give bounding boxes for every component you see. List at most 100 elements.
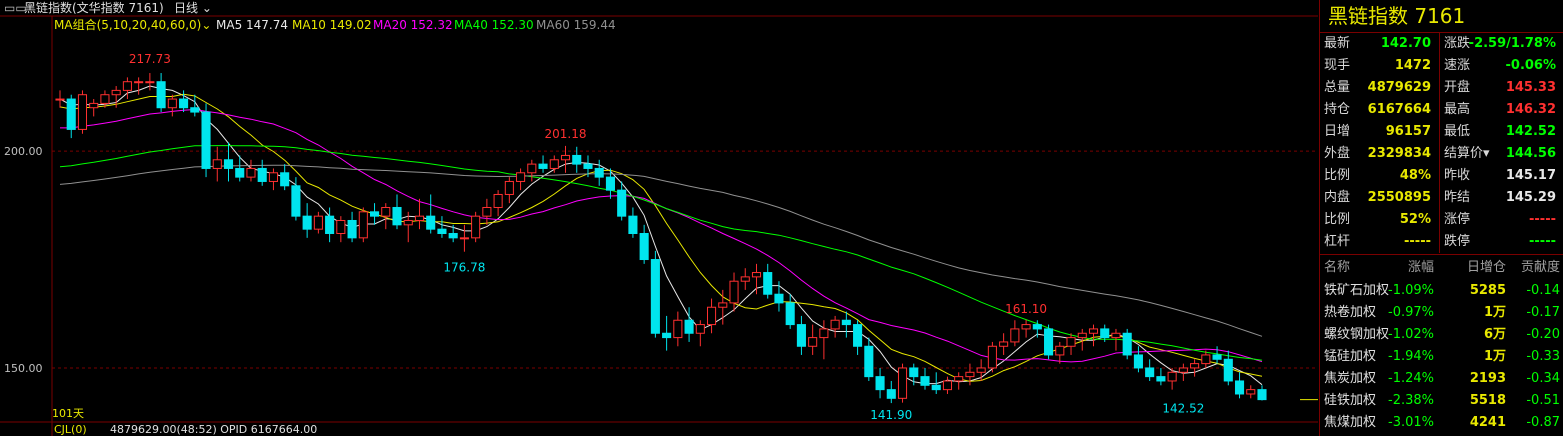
- candle: [313, 215, 323, 230]
- candle: [841, 319, 851, 326]
- candle: [673, 319, 683, 339]
- component-row[interactable]: 焦炭加权 -1.24% 2193 -0.34: [1320, 368, 1563, 390]
- component-contrib: -0.51: [1526, 393, 1560, 408]
- chart-header: ▭▭ 黑链指数(文华指数 7161) 日线 ⌄: [0, 0, 1318, 16]
- candle: [1234, 380, 1245, 395]
- volume-info-bar: CJL(0) 4879629.00(48:52) OPID 6167664.00: [0, 423, 1318, 436]
- component-row[interactable]: 锰硅加权 -1.94% 1万 -0.33: [1320, 346, 1563, 368]
- candle: [695, 324, 705, 334]
- candle: [1223, 358, 1233, 382]
- candle: [1190, 363, 1200, 369]
- candle: [1201, 354, 1211, 365]
- component-name: 铁矿石加权: [1324, 283, 1390, 298]
- candle: [134, 81, 144, 84]
- quote-label[interactable]: 结算价▾: [1444, 143, 1490, 165]
- component-name: 锰硅加权: [1324, 349, 1377, 364]
- candle: [1145, 367, 1155, 378]
- component-chg: -0.97%: [1388, 305, 1434, 320]
- quote-label: 比例: [1324, 212, 1351, 227]
- quote-value: -2.59/1.78%: [1468, 36, 1556, 51]
- component-row[interactable]: 硅铁加权 -2.38% 5518 -0.51: [1320, 390, 1563, 412]
- low-annotation: 176.78: [443, 261, 485, 275]
- ma10-label: MA10 149.02: [292, 18, 372, 32]
- candle: [482, 206, 492, 217]
- candle: [605, 176, 615, 191]
- quote-value: 48%: [1399, 168, 1431, 183]
- quote-value: 144.56: [1505, 146, 1556, 161]
- component-row[interactable]: 铁矿石加权 -1.09% 5285 -0.14: [1320, 280, 1563, 302]
- quote-label: 涨停: [1444, 212, 1471, 227]
- ma20-label: MA20 152.32: [373, 18, 453, 32]
- candle: [1246, 389, 1256, 395]
- quote-label: 总量: [1324, 80, 1351, 95]
- candle: [1088, 328, 1099, 334]
- component-oi: 5518: [1469, 393, 1506, 408]
- candle: [572, 154, 582, 165]
- candle: [987, 345, 997, 369]
- candle: [1133, 354, 1143, 369]
- candle: [77, 94, 88, 130]
- quote-value: 52%: [1399, 212, 1431, 227]
- period-label: 日线: [174, 1, 199, 15]
- candle: [886, 389, 896, 399]
- candle: [1066, 337, 1076, 347]
- component-chg: -1.02%: [1388, 327, 1434, 342]
- quote-panel: 黑链指数 7161 最新 142.70 涨跌 -2.59/1.78% 现手 1472 速涨 -…: [1319, 0, 1563, 436]
- col-chg: 涨幅: [1407, 260, 1434, 275]
- candlestick-chart[interactable]: 200.00 150.00 217.73 201.18 176.78 161.10 141.…: [0, 0, 1318, 436]
- quote-row: 最低 142.52: [1440, 121, 1560, 143]
- candle: [1055, 345, 1065, 356]
- quote-value: 96157: [1385, 124, 1431, 139]
- quote-label: 昨收: [1444, 168, 1471, 183]
- quote-value: 4879629: [1367, 80, 1431, 95]
- quote-row: 昨结 145.29: [1440, 187, 1560, 209]
- volume-stats: 4879629.00(48:52) OPID 6167664.00: [110, 423, 318, 436]
- component-row[interactable]: 热卷加权 -0.97% 1万 -0.17: [1320, 302, 1563, 324]
- candle: [549, 159, 559, 169]
- component-row[interactable]: 焦煤加权 -3.01% 4241 -0.87: [1320, 412, 1563, 434]
- candle: [291, 185, 301, 217]
- candle: [459, 237, 469, 240]
- component-oi: 6万: [1483, 327, 1506, 342]
- high-annotation: 201.18: [545, 127, 587, 141]
- quote-value: 142.52: [1505, 124, 1556, 139]
- candle: [1021, 324, 1031, 330]
- quote-row: 跌停 -----: [1440, 231, 1560, 253]
- candle: [392, 206, 402, 226]
- candle: [55, 98, 65, 101]
- candle: [662, 332, 672, 339]
- candle: [167, 98, 177, 109]
- component-name: 螺纹钢加权: [1324, 327, 1390, 342]
- component-oi: 2193: [1469, 371, 1506, 386]
- candle: [504, 180, 514, 195]
- cjl-label[interactable]: CJL(0): [54, 423, 87, 436]
- quote-value: 2550895: [1367, 190, 1431, 205]
- candle: [538, 163, 548, 169]
- quote-label: 最高: [1444, 102, 1471, 117]
- quote-row: 内盘 2550895: [1320, 187, 1435, 209]
- candle: [751, 272, 762, 278]
- quote-value: 146.32: [1505, 102, 1556, 117]
- ma60-label: MA60 159.44: [536, 18, 616, 32]
- quote-row: 涨停 -----: [1440, 209, 1560, 231]
- quote-value: 142.70: [1380, 36, 1431, 51]
- component-contrib: -0.17: [1526, 305, 1560, 320]
- candle: [617, 189, 627, 217]
- component-name: 焦煤加权: [1324, 415, 1377, 430]
- component-row[interactable]: 螺纹钢加权 -1.02% 6万 -0.20: [1320, 324, 1563, 346]
- candle: [190, 107, 200, 113]
- period-select[interactable]: 日线 ⌄: [174, 0, 212, 16]
- quote-row: 最高 146.32: [1440, 99, 1560, 121]
- quote-label: 昨结: [1444, 190, 1471, 205]
- quote-row: 总量 4879629: [1320, 77, 1435, 99]
- candle: [999, 341, 1009, 347]
- component-name: 硅铁加权: [1324, 393, 1377, 408]
- quote-label: 比例: [1324, 168, 1351, 183]
- quote-row: 比例 48%: [1320, 165, 1435, 187]
- quote-row: 持仓 6167664: [1320, 99, 1435, 121]
- quote-row: 速涨 -0.06%: [1440, 55, 1560, 77]
- ma-group-select[interactable]: MA组合(5,10,20,40,60,0)⌄: [54, 17, 211, 33]
- component-name: 热卷加权: [1324, 305, 1377, 320]
- candle: [403, 219, 413, 226]
- candle: [830, 319, 840, 330]
